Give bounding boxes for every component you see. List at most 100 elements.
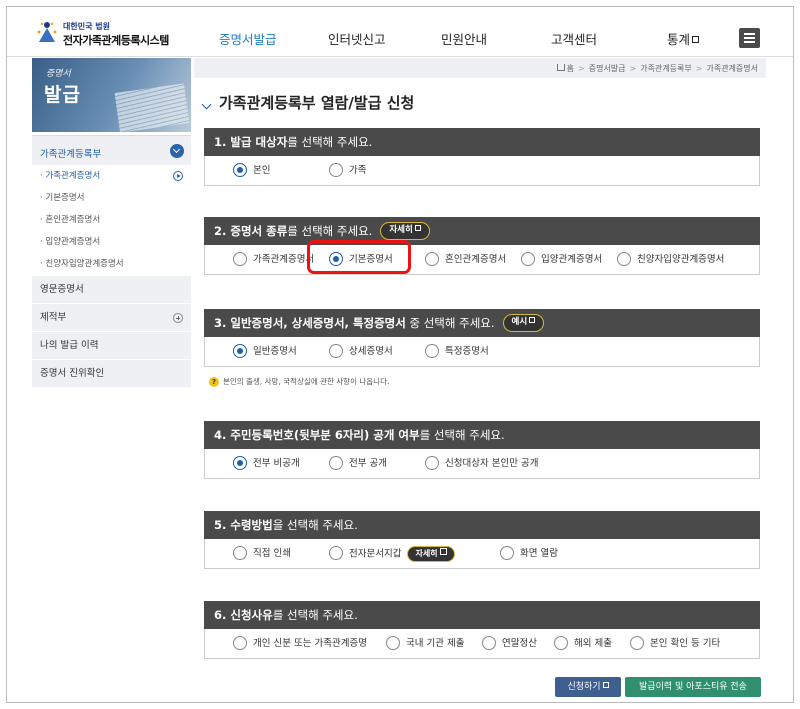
breadcrumb-current: 가족관계증명서 — [706, 64, 758, 73]
info-note: ? 본인의 출생, 사망, 국적상실에 관한 사항이 나옵니다. — [209, 376, 389, 387]
site-logo[interactable]: 대한민국 법원 전자가족관계등록시스템 — [35, 20, 195, 48]
option-label: 상세증명서 — [349, 346, 393, 357]
section-title-bold: 2. 증명서 종류 — [214, 224, 288, 238]
nav-customer-center[interactable]: 고객센터 — [551, 29, 597, 48]
lnb-removed-register[interactable]: 제적부 — [32, 303, 191, 331]
external-link-icon — [529, 316, 536, 323]
section-title-rest: 를 선택해 주세요. — [419, 428, 505, 442]
lnb-sub-adoption-cert[interactable]: · 입양관계증명서 — [32, 231, 191, 253]
apostille-send-button-label: 발급이력 및 아포스티유 전송 — [639, 682, 747, 692]
section-title-rest: 를 선택해 주세요. — [272, 608, 358, 622]
option-general-cert[interactable]: 일반증명서 — [233, 343, 297, 360]
page-title: 가족관계등록부 열람/발급 신청 — [205, 92, 414, 113]
external-link-icon — [414, 224, 421, 231]
option-year-end-tax[interactable]: 연말정산 — [482, 635, 537, 652]
section-title-rest: 를 선택해 주세요. — [287, 135, 373, 149]
option-detailed-cert[interactable]: 상세증명서 — [329, 343, 393, 360]
option-label: 가족 — [349, 165, 367, 176]
info-note-text: 본인의 출생, 사망, 국적상실에 관한 사항이 나옵니다. — [223, 377, 390, 386]
radio-icon — [233, 251, 247, 266]
breadcrumb-item[interactable]: 가족관계등록부 — [640, 64, 692, 73]
lnb-sub-label: · 친양자입양관계증명서 — [40, 259, 124, 269]
section-header: 3. 일반증명서, 상세증명서, 특정증명서 중 선택해 주세요. 예시 — [204, 309, 760, 337]
section-header: 4. 주민등록번호(뒷부분 6자리) 공개 여부를 선택해 주세요. — [204, 421, 760, 449]
option-family[interactable]: 가족 — [329, 162, 367, 179]
option-direct-print[interactable]: 직접 인쇄 — [233, 545, 291, 562]
lnb-my-issue-history[interactable]: 나의 발급 이력 — [32, 331, 191, 359]
option-family-relation-cert[interactable]: 가족관계증명서 — [233, 251, 314, 268]
breadcrumb-home[interactable]: 홈 — [567, 64, 574, 73]
option-label: 화면 열람 — [520, 548, 558, 559]
all-menu-button[interactable] — [739, 28, 760, 48]
option-applicant-only-public[interactable]: 신청대상자 본인만 공개 — [425, 455, 538, 472]
option-label: 해외 제출 — [574, 638, 612, 649]
section-cert-detail-level: 3. 일반증명서, 상세증명서, 특정증명서 중 선택해 주세요. 예시 일반증명… — [204, 309, 760, 367]
section-title-bold: 1. 발급 대상자 — [214, 135, 288, 149]
section-title-rest: 를 선택해 주세요. — [287, 224, 373, 238]
section-title-bold: 6. 신청사유 — [214, 608, 273, 622]
option-full-adoption-cert[interactable]: 친양자입양관계증명서 — [617, 251, 724, 268]
option-marriage-cert[interactable]: 혼인관계증명서 — [425, 251, 506, 268]
example-button[interactable]: 예시 — [502, 313, 545, 332]
option-e-document-wallet[interactable]: 전자문서지갑 자세히 — [329, 546, 455, 562]
section-title-rest: 중 선택해 주세요. — [405, 316, 495, 330]
radio-icon — [500, 545, 514, 560]
site-header: 대한민국 법원 전자가족관계등록시스템 증명서발급 인터넷신고 민원안내 고객센… — [7, 7, 793, 57]
section-options: 직접 인쇄 전자문서지갑 자세히 화면 열람 — [204, 539, 760, 569]
option-overseas-submit[interactable]: 해외 제출 — [554, 635, 612, 652]
radio-icon — [329, 162, 343, 177]
option-self[interactable]: 본인 — [233, 162, 270, 179]
option-all-public[interactable]: 전부 공개 — [329, 455, 387, 472]
section-title-bold: 5. 수령방법 — [214, 518, 273, 532]
lnb-sub-full-adoption-cert[interactable]: · 친양자입양관계증명서 — [32, 253, 191, 275]
radio-selected-icon — [233, 455, 247, 470]
option-screen-view[interactable]: 화면 열람 — [500, 545, 558, 562]
nav-civil-guide[interactable]: 민원안내 — [441, 29, 487, 48]
nav-statistics[interactable]: 통계 — [667, 29, 700, 48]
option-label: 직접 인쇄 — [253, 548, 291, 559]
question-icon: ? — [209, 377, 219, 387]
breadcrumb: 홈 > 증명서발급 > 가족관계등록부 > 가족관계증명서 — [556, 63, 758, 74]
left-navigation: 가족관계등록부 · 가족관계증명서 · 기본증명서 · 혼인관계증명서 · 입양… — [32, 135, 191, 387]
lnb-sub-basic-cert[interactable]: · 기본증명서 — [32, 187, 191, 209]
option-label: 입양관계증명서 — [541, 254, 603, 265]
option-adoption-cert[interactable]: 입양관계증명서 — [521, 251, 603, 268]
expand-icon — [173, 313, 183, 323]
option-specific-cert[interactable]: 특정증명서 — [425, 343, 489, 360]
lnb-group-family-register[interactable]: 가족관계등록부 — [32, 135, 191, 165]
section-header: 6. 신청사유를 선택해 주세요. — [204, 601, 760, 629]
option-label: 전자문서지갑 — [349, 548, 402, 560]
option-label: 본인 확인 등 기타 — [650, 638, 721, 649]
radio-icon — [425, 251, 439, 266]
detail-button[interactable]: 자세히 — [407, 546, 455, 562]
lnb-english-cert[interactable]: 영문증명서 — [32, 275, 191, 303]
option-all-private[interactable]: 전부 비공개 — [233, 455, 300, 472]
nav-certificate-issue[interactable]: 증명서발급 — [219, 29, 277, 48]
lnb-cert-verify[interactable]: 증명서 진위확인 — [32, 359, 191, 387]
radio-icon — [554, 635, 568, 650]
breadcrumb-item[interactable]: 증명서발급 — [589, 64, 626, 73]
option-label: 전부 공개 — [349, 458, 387, 469]
external-link-icon — [602, 682, 609, 688]
option-domestic-submit[interactable]: 국내 기관 제출 — [386, 635, 464, 652]
option-label: 연말정산 — [502, 638, 537, 649]
radio-icon — [482, 635, 496, 650]
detail-button[interactable]: 자세히 — [380, 221, 430, 240]
radio-icon — [617, 251, 631, 266]
nav-internet-report[interactable]: 인터넷신고 — [328, 29, 386, 48]
apply-button[interactable]: 신청하기 — [555, 677, 621, 697]
lnb-item-label: 영문증명서 — [40, 284, 84, 295]
lnb-sub-marriage-cert[interactable]: · 혼인관계증명서 — [32, 209, 191, 231]
banner-line1: 증명서 — [46, 69, 71, 79]
lnb-sub-label: · 가족관계증명서 — [40, 171, 101, 181]
option-other-reason[interactable]: 본인 확인 등 기타 — [630, 635, 721, 652]
section-header: 1. 발급 대상자를 선택해 주세요. — [204, 128, 760, 156]
apostille-send-button[interactable]: 발급이력 및 아포스티유 전송 — [625, 677, 761, 697]
radio-icon — [329, 546, 343, 560]
option-identity-family[interactable]: 개인 신분 또는 가족관계증명 — [233, 635, 367, 652]
section-rrn-disclosure: 4. 주민등록번호(뒷부분 6자리) 공개 여부를 선택해 주세요. 전부 비공… — [204, 421, 760, 479]
lnb-sub-family-relation-cert[interactable]: · 가족관계증명서 — [32, 165, 191, 187]
selection-highlight-box — [307, 240, 411, 274]
detail-button-label: 자세히 — [389, 224, 413, 235]
radio-icon — [425, 343, 439, 358]
